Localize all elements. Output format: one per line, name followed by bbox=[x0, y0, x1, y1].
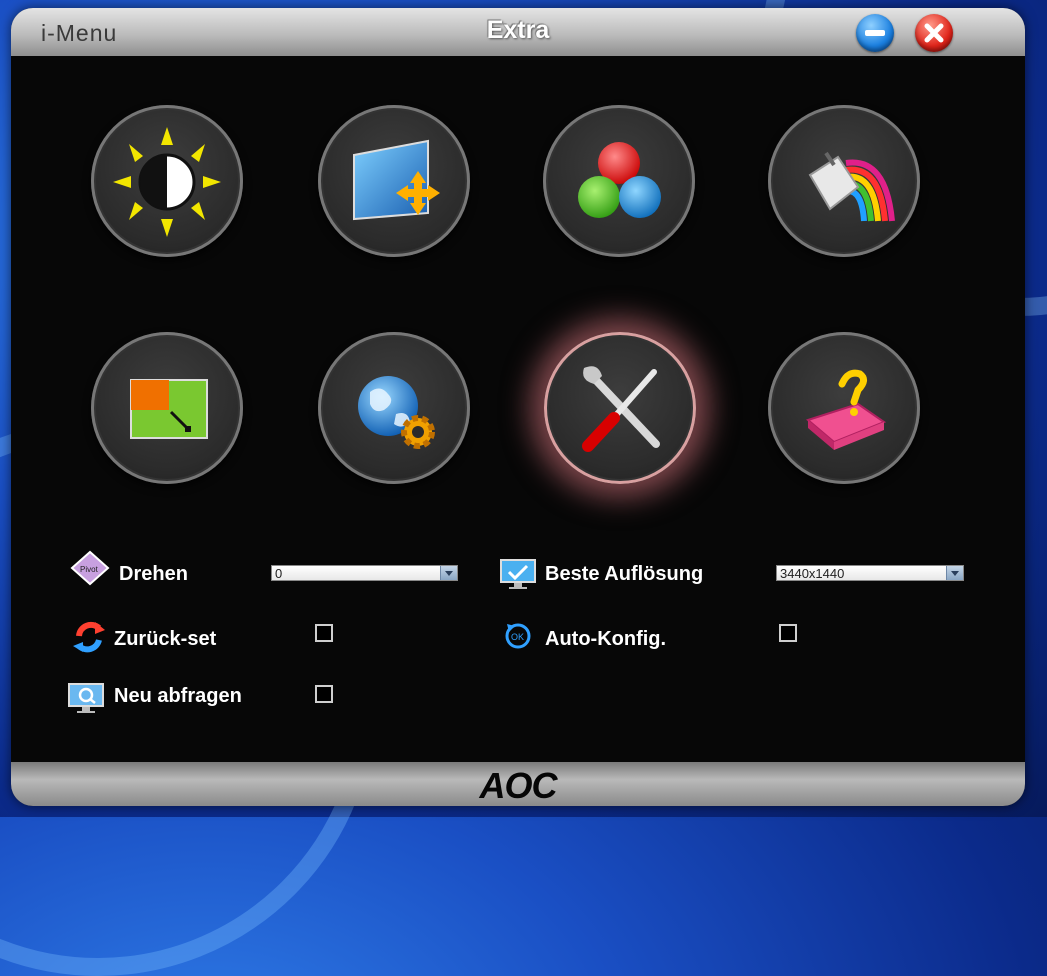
title-bar[interactable]: i-Menu Extra bbox=[11, 8, 1025, 56]
svg-text:Pivot: Pivot bbox=[80, 565, 99, 574]
best-resolution-select[interactable]: 3440x1440 bbox=[776, 565, 964, 581]
rotate-icon: Pivot bbox=[68, 550, 112, 591]
requery-checkbox[interactable] bbox=[315, 685, 333, 703]
reset-icon bbox=[71, 618, 107, 661]
exit-icon bbox=[805, 369, 887, 450]
luminance-button[interactable] bbox=[91, 105, 243, 257]
minimize-button[interactable] bbox=[856, 14, 894, 52]
image-setup-button[interactable] bbox=[318, 105, 470, 257]
monitor-check-icon bbox=[499, 558, 539, 597]
requery-icon bbox=[67, 682, 107, 721]
close-icon bbox=[924, 23, 944, 43]
best-resolution-label: Beste Auflösung bbox=[545, 563, 704, 585]
best-resolution-select-value: 3440x1440 bbox=[780, 566, 845, 581]
requery-label: Neu abfragen bbox=[114, 685, 242, 707]
chevron-down-icon bbox=[946, 566, 963, 580]
svg-text:OK: OK bbox=[511, 632, 524, 642]
color-setup-icon bbox=[578, 142, 661, 218]
auto-config-checkbox[interactable] bbox=[779, 624, 797, 642]
auto-config-icon: OK bbox=[501, 618, 535, 657]
image-setup-icon bbox=[353, 139, 440, 221]
osd-setup-button[interactable] bbox=[91, 332, 243, 484]
close-button[interactable] bbox=[915, 14, 953, 52]
color-setup-button[interactable] bbox=[543, 105, 695, 257]
exit-button[interactable] bbox=[768, 332, 920, 484]
extra-button[interactable] bbox=[544, 332, 696, 484]
rotate-select[interactable]: 0 bbox=[271, 565, 458, 581]
aoc-logo: AOC bbox=[479, 765, 558, 806]
rotate-select-value: 0 bbox=[275, 566, 283, 581]
osd-setup-icon bbox=[130, 379, 208, 439]
game-setting-icon bbox=[358, 376, 435, 449]
footer-bar: AOC bbox=[11, 762, 1025, 806]
reset-checkbox[interactable] bbox=[315, 624, 333, 642]
game-setting-button[interactable] bbox=[318, 332, 470, 484]
rotate-label: Drehen bbox=[119, 563, 188, 585]
auto-config-label: Auto-Konfig. bbox=[545, 628, 667, 650]
picture-boost-icon bbox=[808, 151, 895, 222]
reset-label: Zurück-set bbox=[114, 628, 217, 650]
picture-boost-button[interactable] bbox=[768, 105, 920, 257]
minimize-icon bbox=[865, 30, 885, 36]
extra-tools-icon bbox=[582, 366, 660, 452]
chevron-down-icon bbox=[440, 566, 457, 580]
imenu-window: i-Menu Extra Pivot Drehen 0 Beste Auflös… bbox=[11, 8, 1025, 806]
luminance-icon bbox=[113, 127, 221, 237]
